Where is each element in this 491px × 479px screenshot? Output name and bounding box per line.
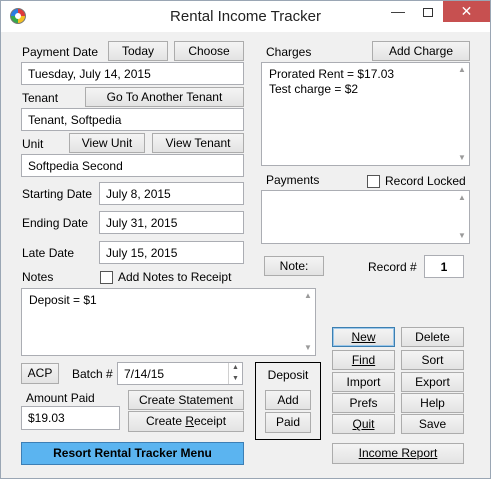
starting-date-label: Starting Date xyxy=(22,187,93,201)
scroll-up-icon[interactable]: ▲ xyxy=(455,63,469,77)
deposit-add-button[interactable]: Add xyxy=(265,390,311,410)
charge-line: Test charge = $2 xyxy=(269,82,359,96)
tenant-label: Tenant xyxy=(22,91,59,105)
ending-date-label: Ending Date xyxy=(22,216,89,230)
notes-text: Deposit = $1 xyxy=(29,293,97,307)
amount-paid-label: Amount Paid xyxy=(26,391,95,405)
add-charge-button[interactable]: Add Charge xyxy=(372,41,470,61)
notes-textarea[interactable]: Deposit = $1 ▲ ▼ xyxy=(21,288,316,356)
record-label: Record # xyxy=(368,260,417,274)
create-receipt-button[interactable]: Create Receipt xyxy=(128,411,244,432)
deposit-label: Deposit xyxy=(267,368,309,382)
scroll-down-icon[interactable]: ▼ xyxy=(301,341,315,355)
notes-scrollbar[interactable]: ▲ ▼ xyxy=(301,289,315,355)
today-button[interactable]: Today xyxy=(108,41,168,61)
note-button[interactable]: Note: xyxy=(264,256,324,276)
record-locked-checkbox[interactable] xyxy=(367,175,380,188)
scroll-down-icon[interactable]: ▼ xyxy=(455,151,469,165)
create-statement-button[interactable]: Create Statement xyxy=(128,390,244,410)
choose-button[interactable]: Choose xyxy=(174,41,244,61)
acp-button[interactable]: ACP xyxy=(21,363,59,384)
prefs-button[interactable]: Prefs xyxy=(332,393,395,413)
charges-list[interactable]: Prorated Rent = $17.03 Test charge = $2 … xyxy=(261,62,470,166)
delete-button[interactable]: Delete xyxy=(401,327,464,347)
payment-date-field[interactable]: Tuesday, July 14, 2015 xyxy=(21,62,244,85)
amount-paid-field[interactable]: $19.03 xyxy=(21,406,120,430)
maximize-icon[interactable] xyxy=(413,1,443,22)
quit-button[interactable]: Quit xyxy=(332,414,395,434)
close-icon[interactable]: ✕ xyxy=(443,1,490,22)
new-button[interactable]: New xyxy=(332,327,395,347)
import-button[interactable]: Import xyxy=(332,372,395,392)
export-button[interactable]: Export xyxy=(401,372,464,392)
batch-field[interactable]: 7/14/15 ▲ ▼ xyxy=(117,362,243,385)
stepper-down-icon[interactable]: ▼ xyxy=(229,374,242,385)
minimize-icon[interactable]: — xyxy=(383,1,413,22)
unit-field[interactable]: Softpedia Second xyxy=(21,154,244,177)
find-button[interactable]: Find xyxy=(332,350,395,370)
charges-label: Charges xyxy=(266,45,312,59)
scroll-up-icon[interactable]: ▲ xyxy=(455,191,469,205)
payments-list[interactable]: ▲ ▼ xyxy=(261,190,470,244)
help-button[interactable]: Help xyxy=(401,393,464,413)
add-notes-to-receipt-label: Add Notes to Receipt xyxy=(118,270,232,284)
income-report-button[interactable]: Income Report xyxy=(332,443,464,464)
resort-rental-tracker-menu-button[interactable]: Resort Rental Tracker Menu xyxy=(21,442,244,465)
ending-date-field[interactable]: July 31, 2015 xyxy=(99,211,244,234)
batch-value: 7/14/15 xyxy=(124,366,165,381)
main-window: Rental Income Tracker — ✕ Payment Date T… xyxy=(0,0,491,479)
deposit-paid-button[interactable]: Paid xyxy=(265,412,311,433)
deposit-group: Deposit Add Paid xyxy=(255,362,321,440)
view-tenant-button[interactable]: View Tenant xyxy=(152,133,244,153)
batch-stepper[interactable]: ▲ ▼ xyxy=(228,363,242,384)
record-locked-label: Record Locked xyxy=(385,174,466,188)
charges-scrollbar[interactable]: ▲ ▼ xyxy=(455,63,469,165)
add-notes-to-receipt-checkbox[interactable] xyxy=(100,271,113,284)
view-unit-button[interactable]: View Unit xyxy=(69,133,145,153)
notes-label: Notes xyxy=(22,270,54,284)
payments-label: Payments xyxy=(266,173,320,187)
charge-line: Prorated Rent = $17.03 xyxy=(269,67,395,81)
starting-date-field[interactable]: July 8, 2015 xyxy=(99,182,244,205)
sort-button[interactable]: Sort xyxy=(401,350,464,370)
title-bar: Rental Income Tracker — ✕ xyxy=(1,1,490,32)
payments-scrollbar[interactable]: ▲ ▼ xyxy=(455,191,469,243)
go-to-another-tenant-button[interactable]: Go To Another Tenant xyxy=(85,87,244,107)
record-number-field[interactable]: 1 xyxy=(424,255,464,278)
late-date-label: Late Date xyxy=(22,246,75,260)
scroll-up-icon[interactable]: ▲ xyxy=(301,289,315,303)
late-date-field[interactable]: July 15, 2015 xyxy=(99,241,244,264)
tenant-field[interactable]: Tenant, Softpedia xyxy=(21,108,244,131)
payment-date-label: Payment Date xyxy=(22,45,99,59)
batch-label: Batch # xyxy=(72,367,113,381)
unit-label: Unit xyxy=(22,137,44,151)
scroll-down-icon[interactable]: ▼ xyxy=(455,229,469,243)
save-button[interactable]: Save xyxy=(401,414,464,434)
stepper-up-icon[interactable]: ▲ xyxy=(229,363,242,374)
